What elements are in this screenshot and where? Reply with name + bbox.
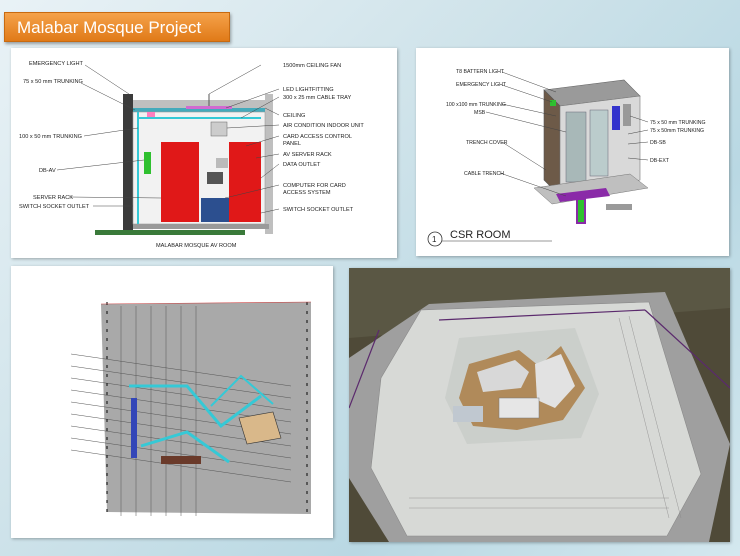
label-access-system: ACCESS SYSTEM (283, 190, 331, 196)
label-csr-emergency: EMERGENCY LIGHT (456, 82, 507, 88)
label-server-rack: SERVER RACK (33, 195, 73, 201)
site-3d-model-panel (349, 268, 730, 542)
label-card-access-panel: PANEL (283, 141, 301, 147)
csr-room-title: CSR ROOM (450, 229, 511, 241)
label-db-sb: DB-SB (650, 140, 666, 146)
label-ceiling-fan: 1500mm CEILING FAN (283, 63, 341, 69)
project-title: Malabar Mosque Project (4, 12, 230, 42)
label-data-outlet: DATA OUTLET (283, 162, 321, 168)
label-db-av: DB-AV (39, 168, 56, 174)
label-csr-trunking-1: 75 x 50 mm TRUNKING (650, 120, 706, 126)
csr-title-number: 1 (432, 235, 437, 244)
label-cable-trench: CABLE TRENCH (464, 171, 504, 177)
label-card-access: CARD ACCESS CONTROL (283, 134, 352, 140)
label-computer: COMPUTER FOR CARD (283, 183, 346, 189)
site-plan-drawing (70, 301, 312, 516)
label-trench-cover: TRENCH COVER (466, 140, 508, 146)
av-room-caption: MALABAR MOSQUE AV ROOM (156, 243, 237, 249)
label-switch-socket-right: SWITCH SOCKET OUTLET (283, 207, 354, 213)
av-room-drawing-panel: EMERGENCY LIGHT 75 x 50 mm TRUNKING 100 … (11, 48, 397, 258)
label-trunking-100x100: 100 x100 mm TRUNKING (446, 102, 506, 108)
label-emergency-light: EMERGENCY LIGHT (29, 61, 84, 67)
csr-room-3d-view: T8 BATTERN LIGHT EMERGENCY LIGHT 100 x10… (427, 69, 706, 247)
label-t8-light: T8 BATTERN LIGHT (456, 69, 505, 75)
label-trunking-75x50: 75 x 50 mm TRUNKING (23, 79, 83, 85)
plan-view-panel (11, 266, 333, 538)
label-cable-tray: 300 x 25 mm CABLE TRAY (283, 95, 351, 101)
label-led-light: LED LIGHTFITTING (283, 87, 334, 93)
label-db-ext: DB-EXT (650, 158, 670, 164)
av-room-section-drawing: EMERGENCY LIGHT 75 x 50 mm TRUNKING 100 … (19, 61, 364, 249)
label-av-server-rack: AV SERVER RACK (283, 152, 332, 158)
label-msb: MSB (474, 110, 486, 116)
label-trunking-100x50: 100 x 50 mm TRUNKING (19, 134, 82, 140)
label-air-condition: AIR CONDITION INDOOR UNIT (283, 123, 364, 129)
csr-room-panel: T8 BATTERN LIGHT EMERGENCY LIGHT 100 x10… (416, 48, 729, 256)
label-ceiling: CEILING (283, 113, 305, 119)
site-3d-model-view (349, 268, 730, 542)
label-switch-socket-left: SWITCH SOCKET OUTLET (19, 204, 90, 210)
label-csr-trunking-2: 75 x 50mm TRUNKING (650, 128, 704, 134)
